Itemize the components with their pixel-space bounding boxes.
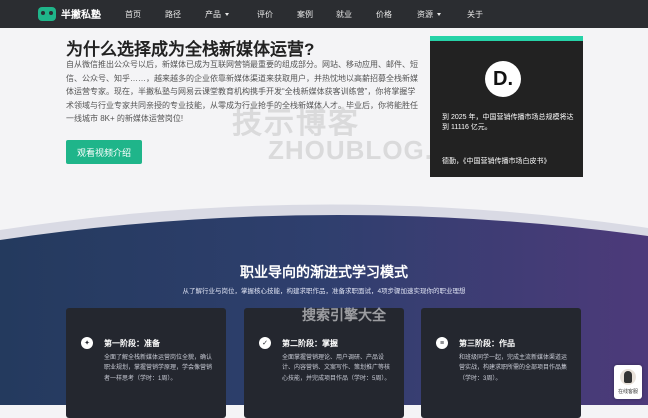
- logo-icon: [38, 6, 56, 21]
- nav-item-about[interactable]: 关于: [467, 9, 483, 20]
- step-title: 第一阶段：准备: [104, 339, 160, 348]
- nav-item-pricing[interactable]: 价格: [376, 9, 392, 20]
- nav-item-products[interactable]: 产品: [205, 9, 229, 20]
- step-text: 全面了解全栈新媒体运营岗位全貌，确认职业规划，掌握营销学原理，学会像营销者一样思…: [104, 355, 213, 382]
- watch-video-button[interactable]: 观看视频介绍: [66, 140, 142, 164]
- stat-source: 德勤，《中国营销传播市场白皮书》: [442, 158, 551, 165]
- star-icon: ✦: [81, 337, 93, 349]
- step-title: 第三阶段：作品: [459, 339, 515, 348]
- watermark-badge: 搜索引擎大全: [302, 307, 386, 323]
- section-subtitle: 从了解行业与岗位，掌握核心技能，构建求职作品，准备求职面试，4项步骤加速实现你的…: [182, 288, 466, 295]
- brand-name: 半撇私塾: [61, 10, 101, 21]
- chevron-down-icon: [437, 13, 441, 16]
- nav-item-jobs[interactable]: 就业: [336, 9, 352, 20]
- hero-title: 为什么选择成为全栈新媒体运营?: [66, 40, 315, 59]
- nav-item-cases[interactable]: 案例: [297, 9, 313, 20]
- step-card: ✦ 第一阶段：准备 全面了解全栈新媒体运营岗位全貌，确认职业规划，掌握营销学原理…: [66, 308, 226, 418]
- nav-item-resources[interactable]: 资源: [417, 9, 441, 20]
- stat-card: D. 到 2025 年，中国营销传播市场总规模将达到 11116 亿元。 德勤，…: [430, 36, 583, 177]
- chevron-down-icon: [225, 13, 229, 16]
- list-icon: ≡: [436, 337, 448, 349]
- deloitte-logo: D.: [485, 61, 521, 97]
- online-support-button[interactable]: 在线客服: [614, 365, 642, 399]
- avatar: [620, 369, 636, 385]
- check-icon: ✓: [259, 337, 271, 349]
- section-title: 职业导向的渐进式学习模式: [240, 264, 408, 280]
- step-text: 全面掌握营销理论、用户调研、产品设计、内容营销、文案写作、策划推广等核心技能，并…: [282, 355, 391, 382]
- top-nav: 半撇私塾 首页 路径 产品 评价 案例 就业 价格 资源 关于: [0, 0, 648, 28]
- chat-label: 在线客服: [617, 389, 638, 395]
- step-text: 和班级同学一起，完成主流新媒体渠道运营实战，构建求职所需的全部项目作品集（学时：…: [459, 355, 568, 382]
- step-card: ≡ 第三阶段：作品 和班级同学一起，完成主流新媒体渠道运营实战，构建求职所需的全…: [421, 308, 581, 418]
- nav-item-path[interactable]: 路径: [165, 9, 181, 20]
- brand-logo[interactable]: 半撇私塾: [38, 6, 101, 21]
- step-title: 第二阶段：掌握: [282, 339, 338, 348]
- stat-text: 到 2025 年，中国营销传播市场总规模将达到 11116 亿元。: [442, 114, 574, 131]
- nav-item-reviews[interactable]: 评价: [257, 9, 273, 20]
- nav-item-home[interactable]: 首页: [125, 9, 141, 20]
